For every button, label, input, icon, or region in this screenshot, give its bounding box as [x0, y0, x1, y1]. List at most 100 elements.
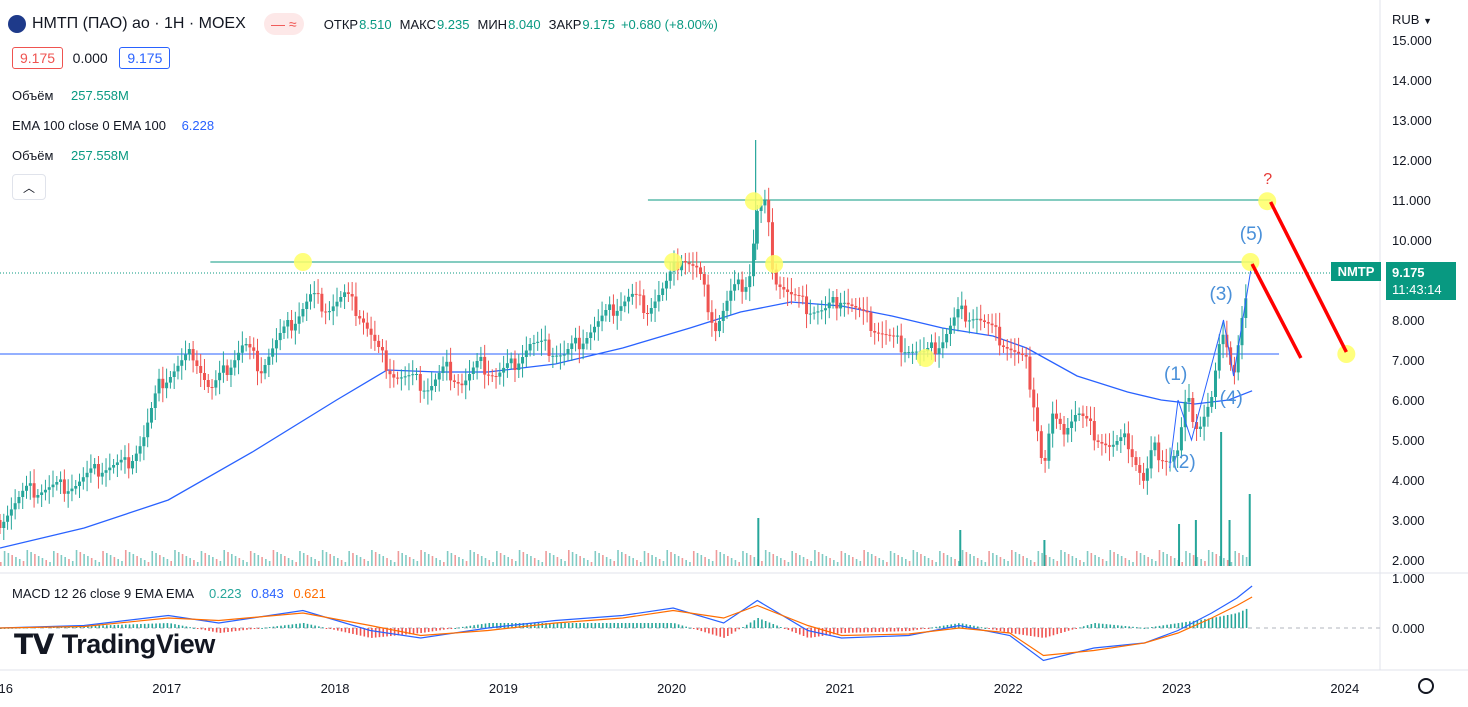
candle-body — [486, 374, 490, 376]
volume-bar — [685, 560, 687, 566]
candle-body — [854, 306, 858, 308]
macd-histogram-bar — [1109, 624, 1112, 628]
candle-body — [1104, 443, 1108, 446]
volume-bar — [431, 556, 434, 566]
volume-bar — [992, 553, 994, 566]
candle-body — [752, 243, 756, 277]
highlight-marker — [293, 253, 312, 271]
macd-histogram-bar — [450, 628, 453, 629]
volume-bar — [836, 562, 839, 566]
candle-body — [555, 355, 559, 357]
candle-body — [524, 350, 528, 357]
volume-bar — [488, 560, 491, 566]
macd-histogram-bar — [1242, 610, 1244, 628]
macd-histogram-bar — [253, 628, 256, 629]
candle-body — [888, 334, 892, 336]
macd-histogram-bar — [374, 628, 377, 638]
volume-bar — [227, 552, 229, 566]
candle-body — [1206, 406, 1210, 417]
buy-button[interactable]: 9.175 — [119, 47, 171, 69]
volume-bar — [825, 556, 828, 566]
macd-histogram-bar — [670, 623, 672, 628]
macd-legend[interactable]: MACD 12 26 close 9 EMA EMA 0.223 0.843 0… — [12, 586, 326, 601]
candle-body — [490, 375, 494, 377]
candle-body — [611, 304, 615, 316]
macd-histogram-bar — [583, 623, 585, 628]
volume-bar — [261, 557, 263, 566]
candle-body — [263, 365, 267, 374]
candle-body — [551, 355, 555, 357]
candle-body — [812, 312, 816, 314]
macd-histogram-bar — [1098, 623, 1100, 628]
candle-body — [517, 363, 521, 370]
volume-bar — [870, 554, 873, 566]
candle-body — [1198, 426, 1202, 429]
volume-bar — [1014, 552, 1017, 566]
volume-bar — [215, 559, 218, 566]
volume-bar — [1090, 553, 1093, 566]
volume-bar — [397, 551, 400, 566]
candle-body — [876, 332, 880, 334]
volume-bar — [11, 555, 13, 566]
ema-legend[interactable]: EMA 100 close 0 EMA 100 6.228 — [12, 118, 214, 133]
ema-value: 6.228 — [181, 118, 215, 133]
volume-bar — [109, 555, 112, 566]
volume-legend-2[interactable]: Объём 257.558M — [12, 148, 129, 163]
volume-bar — [719, 552, 722, 566]
macd-histogram-bar — [371, 628, 373, 638]
candle-body — [638, 294, 642, 296]
candle-body — [176, 365, 180, 372]
currency-selector[interactable]: RUB ▼ — [1392, 12, 1432, 27]
macd-histogram-bar — [1200, 619, 1202, 628]
macd-histogram-bar — [480, 624, 483, 628]
volume-bar — [435, 558, 438, 566]
candle-body — [475, 361, 479, 368]
indicator-toggle-icon[interactable]: — ≈ — [263, 13, 304, 35]
volume-bar — [1060, 550, 1062, 566]
volume-bar — [98, 562, 101, 566]
macd-histogram-bar — [1124, 626, 1127, 628]
volume-legend[interactable]: Объём 257.558M — [12, 88, 129, 103]
macd-histogram-bar — [1064, 628, 1066, 632]
candle-body — [445, 361, 449, 367]
volume-bar — [45, 560, 48, 566]
candle-body — [377, 340, 381, 347]
volume-bar — [639, 562, 642, 566]
candle-body — [793, 294, 797, 296]
volume-bar — [30, 552, 32, 566]
candle-body — [748, 276, 752, 288]
macd-histogram-bar — [859, 628, 862, 633]
volume-bar — [492, 562, 494, 566]
collapse-legend-button[interactable]: ︿ — [12, 174, 46, 200]
sell-button[interactable]: 9.175 — [12, 47, 64, 69]
macd-histogram-bar — [503, 623, 506, 628]
candle-body — [464, 380, 468, 386]
volume-bar — [18, 559, 21, 566]
candle-body — [1039, 431, 1043, 458]
candle-body — [1130, 449, 1134, 458]
candle-body — [623, 301, 627, 307]
candle-body — [452, 380, 456, 382]
volume-bar — [1067, 554, 1070, 566]
macd-histogram-bar — [416, 628, 419, 634]
volume-bar — [965, 552, 968, 566]
volume-bar — [393, 562, 396, 566]
volume-bar — [3, 551, 6, 566]
volume-bar — [477, 554, 479, 566]
volume-bar — [889, 551, 892, 566]
macd-histogram-bar — [931, 627, 934, 629]
macd-histogram-bar — [840, 628, 843, 634]
macd-histogram-bar — [685, 626, 687, 628]
volume-bar — [272, 550, 275, 566]
macd-histogram-bar — [1041, 628, 1043, 638]
volume-spike-bar — [1043, 540, 1046, 566]
volume-bar — [102, 551, 104, 566]
volume-bar — [583, 558, 585, 566]
macd-histogram-bar — [632, 623, 634, 628]
volume-bar — [454, 555, 456, 566]
macd-histogram-bar — [230, 628, 233, 632]
volume-bar — [916, 552, 918, 566]
candle-body — [699, 267, 703, 274]
chart-title[interactable]: НМТП (ПАО) ао · 1H · MOEX — [32, 15, 246, 33]
gear-icon[interactable] — [1418, 678, 1434, 694]
